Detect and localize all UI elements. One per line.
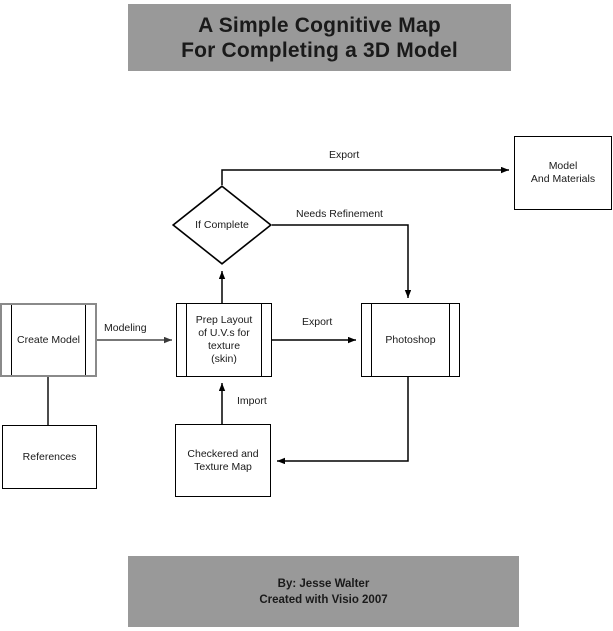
- node-model-and-materials[interactable]: Model And Materials: [514, 136, 612, 210]
- title-line-1: A Simple Cognitive Map: [198, 13, 441, 37]
- edge-label-export-mid: Export: [302, 316, 333, 328]
- prep-layout-line-1: Prep Layout: [195, 314, 253, 326]
- node-photoshop[interactable]: Photoshop: [361, 303, 460, 377]
- node-decision-label: If Complete: [195, 219, 249, 231]
- edge-decision-to-model-and-materials: [221, 166, 509, 185]
- diagram-canvas: A Simple Cognitive Map For Completing a …: [0, 0, 613, 631]
- edge-label-modeling: Modeling: [104, 322, 147, 334]
- node-decision-if-complete[interactable]: If Complete: [172, 185, 272, 265]
- process-bar-right: [261, 304, 262, 376]
- edge-photoshop-to-checkered: [277, 377, 409, 465]
- edge-label-needs-refinement: Needs Refinement: [296, 208, 383, 220]
- model-and-materials-line-1: Model: [548, 160, 578, 172]
- footer-line-1: By: Jesse Walter: [277, 577, 370, 590]
- prep-layout-line-2: of U.V.s for: [198, 327, 250, 339]
- node-create-model-label: Create Model: [16, 333, 81, 346]
- process-bar-right: [85, 305, 86, 375]
- edge-label-import: Import: [237, 395, 267, 407]
- node-checkered-label: Checkered and Texture Map: [181, 448, 264, 474]
- process-bar-left: [11, 305, 12, 375]
- prep-layout-line-3: texture: [207, 340, 241, 352]
- node-prep-layout-label: Prep Layout of U.V.s for texture (skin): [190, 314, 259, 366]
- prep-layout-line-4: (skin): [211, 353, 237, 365]
- node-prep-layout[interactable]: Prep Layout of U.V.s for texture (skin): [176, 303, 272, 377]
- process-bar-left: [186, 304, 187, 376]
- edge-decision-to-photoshop: [272, 224, 412, 298]
- process-bar-left: [371, 304, 372, 376]
- footer-line-2: Created with Visio 2007: [259, 593, 388, 606]
- edge-label-export-top: Export: [329, 149, 360, 161]
- node-photoshop-label: Photoshop: [385, 333, 436, 346]
- node-references[interactable]: References: [2, 425, 97, 489]
- model-and-materials-line-2: And Materials: [530, 173, 596, 185]
- checkered-line-1: Checkered and: [187, 447, 259, 460]
- node-checkered-and-texture-map[interactable]: Checkered and Texture Map: [175, 424, 271, 497]
- footer-banner: By: Jesse Walter Created with Visio 2007: [128, 556, 519, 627]
- node-model-and-materials-label: Model And Materials: [525, 160, 601, 186]
- checkered-line-2: Texture Map: [194, 460, 252, 473]
- process-bar-right: [449, 304, 450, 376]
- title-line-2: For Completing a 3D Model: [181, 38, 458, 62]
- node-create-model[interactable]: Create Model: [0, 303, 97, 377]
- title-banner: A Simple Cognitive Map For Completing a …: [128, 4, 511, 71]
- node-references-label: References: [22, 450, 77, 463]
